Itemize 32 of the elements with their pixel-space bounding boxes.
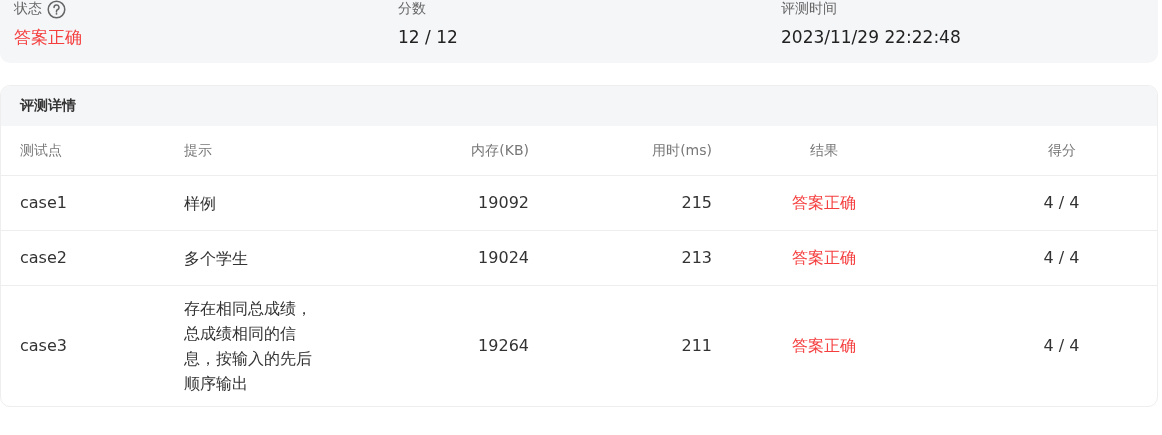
table-cell: 215	[549, 176, 732, 231]
help-icon[interactable]	[47, 0, 66, 19]
summary-value: 2023/11/29 22:22:48	[781, 26, 962, 48]
column-header: 用时(ms)	[549, 126, 732, 176]
table-cell: 4 / 4	[916, 176, 1157, 231]
table-cell-text: 存在相同总成绩，总成绩相同的信息，按输入的先后顺序输出	[184, 298, 313, 395]
summary-value: 答案正确	[14, 26, 83, 48]
table-cell-text: 19264	[477, 335, 530, 357]
summary-value: 12 / 12	[398, 26, 459, 48]
table-cell: 4 / 4	[916, 231, 1157, 286]
table-cell: case1	[1, 176, 184, 231]
table-cell: 19092	[367, 176, 549, 231]
details-title: 评测详情	[20, 97, 76, 115]
summary-label: 状态	[14, 0, 42, 18]
summary-label: 分数	[398, 0, 426, 18]
table-cell-text: case3	[19, 335, 68, 357]
table-cell: 213	[549, 231, 732, 286]
table-cell: 答案正确	[732, 231, 916, 286]
table-cell: case2	[1, 231, 184, 286]
column-header: 测试点	[1, 126, 184, 176]
summary-label: 评测时间	[781, 0, 837, 18]
table-cell: 样例	[184, 176, 367, 231]
table-cell-text: 211	[680, 335, 713, 357]
table-cell-text: 4 / 4	[1042, 335, 1081, 357]
table-cell: 19024	[367, 231, 549, 286]
table-cell-text: 答案正确	[791, 335, 857, 357]
column-header: 结果	[732, 126, 916, 176]
column-header: 提示	[184, 126, 367, 176]
column-header: 得分	[916, 126, 1157, 176]
table-cell: 答案正确	[732, 176, 916, 231]
column-header: 内存(KB)	[367, 126, 549, 176]
table-cell: 多个学生	[184, 231, 367, 286]
